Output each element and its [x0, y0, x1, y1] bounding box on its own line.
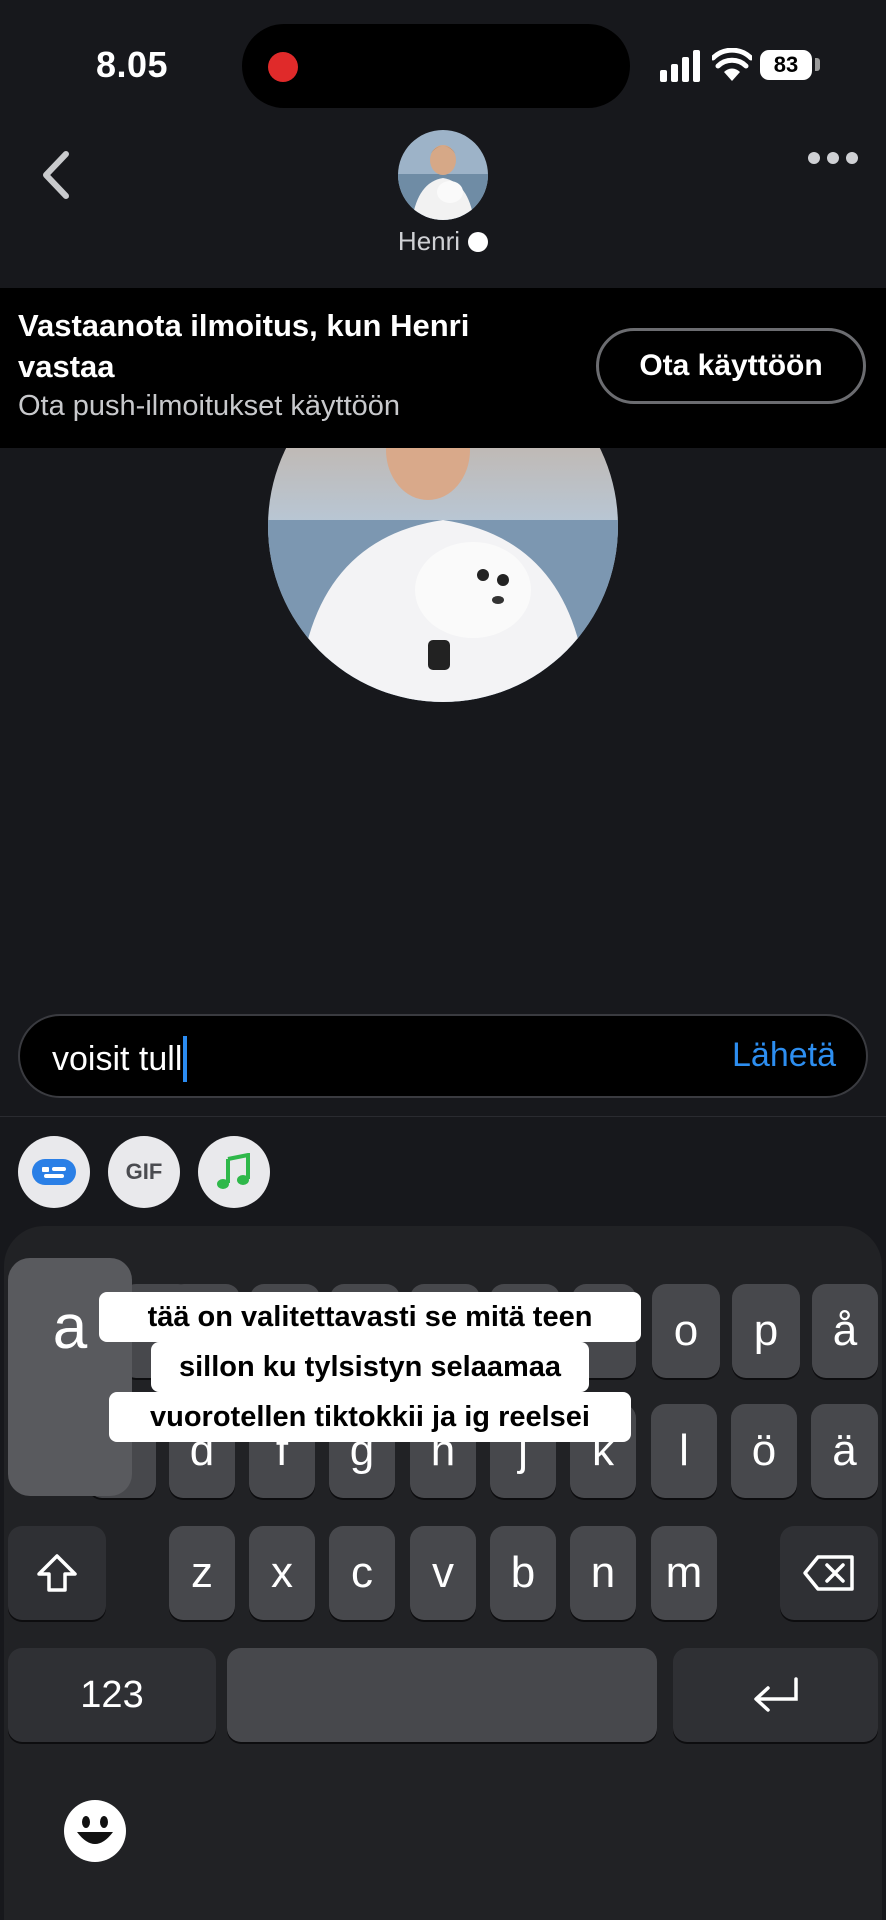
key-c[interactable]: c	[329, 1526, 395, 1620]
shift-key[interactable]	[8, 1526, 106, 1620]
contact-name-row[interactable]: Henri	[0, 226, 886, 257]
backspace-icon	[803, 1555, 854, 1591]
music-button[interactable]	[198, 1136, 270, 1208]
battery-tip	[815, 58, 820, 71]
emoji-button[interactable]	[64, 1800, 126, 1862]
key-a-umlaut[interactable]: ä	[811, 1404, 878, 1498]
sticker-button[interactable]	[18, 1136, 90, 1208]
status-time: 8.05	[96, 44, 169, 85]
banner-subtitle: Ota push-ilmoitukset käyttöön	[18, 390, 401, 422]
key-x[interactable]: x	[249, 1526, 315, 1620]
key-o-umlaut[interactable]: ö	[731, 1404, 797, 1498]
return-key[interactable]	[673, 1648, 878, 1742]
return-icon	[753, 1677, 798, 1712]
caption-line-1: tää on valitettavasti se mitä teen	[99, 1292, 641, 1342]
message-input-text[interactable]: voisit tull	[52, 1036, 188, 1082]
composer-divider	[0, 1116, 886, 1117]
dynamic-island	[242, 24, 630, 108]
battery-indicator: 83	[760, 50, 812, 80]
send-button[interactable]: Lähetä	[732, 1036, 836, 1075]
back-chevron-icon[interactable]	[36, 150, 76, 200]
caption-line-2: sillon ku tylsistyn selaamaa	[151, 1342, 589, 1392]
message-input-value: voisit tull	[52, 1039, 183, 1078]
music-note-icon	[217, 1153, 250, 1189]
caption-line-3: vuorotellen tiktokkii ja ig reelsei	[109, 1392, 631, 1442]
numbers-key[interactable]: 123	[8, 1648, 216, 1742]
contact-name: Henri	[397, 226, 461, 256]
key-n[interactable]: n	[570, 1526, 636, 1620]
contact-avatar[interactable]	[398, 130, 488, 220]
emoji-icon	[65, 1801, 125, 1861]
key-o[interactable]: o	[652, 1284, 720, 1378]
key-b[interactable]: b	[490, 1526, 556, 1620]
recording-indicator-icon	[268, 52, 298, 82]
space-key[interactable]	[227, 1648, 657, 1742]
sticker-icon	[32, 1159, 76, 1185]
cellular-signal-icon	[660, 50, 700, 82]
text-caret	[183, 1036, 188, 1082]
shift-icon	[37, 1554, 77, 1592]
key-v[interactable]: v	[410, 1526, 476, 1620]
more-options-icon[interactable]	[808, 152, 858, 164]
backspace-key[interactable]	[780, 1526, 878, 1620]
key-m[interactable]: m	[651, 1526, 717, 1620]
caption-overlay: tää on valitettavasti se mitä teen sillo…	[96, 1292, 644, 1442]
key-z[interactable]: z	[169, 1526, 235, 1620]
key-p[interactable]: p	[732, 1284, 800, 1378]
online-status-icon	[468, 231, 489, 252]
wifi-icon	[712, 48, 752, 81]
key-l[interactable]: l	[651, 1404, 717, 1498]
banner-title: Vastaanota ilmoitus, kun Henri vastaa	[18, 308, 470, 384]
key-a-ring[interactable]: å	[812, 1284, 878, 1378]
gif-button[interactable]: GIF	[108, 1136, 180, 1208]
enable-notifications-button[interactable]: Ota käyttöön	[596, 328, 866, 404]
